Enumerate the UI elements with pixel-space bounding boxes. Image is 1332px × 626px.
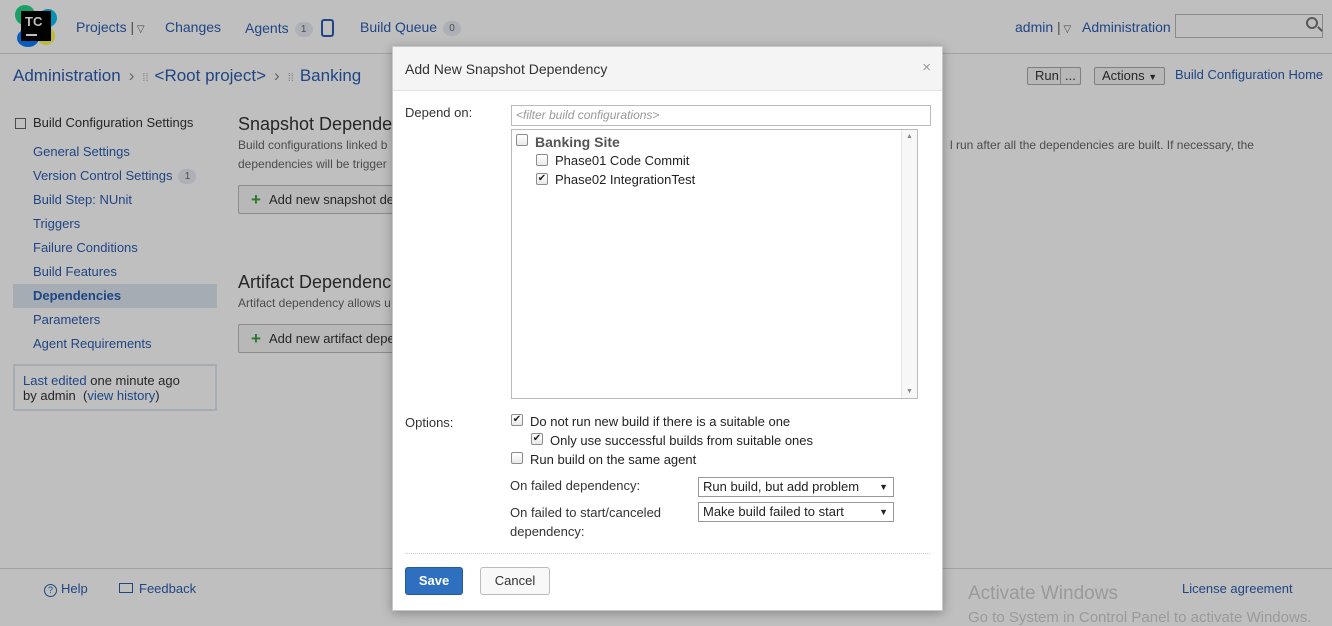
checkbox-run-on-same-agent[interactable] [511, 452, 523, 464]
depend-on-label: Depend on: [405, 105, 473, 120]
on-failed-dependency-label: On failed dependency: [510, 478, 641, 493]
add-snapshot-dependency-dialog: Add New Snapshot Dependency × Depend on:… [392, 46, 943, 611]
checkbox-phase01[interactable] [536, 154, 548, 166]
caret-down-icon: ▼ [879, 507, 888, 517]
dialog-title: Add New Snapshot Dependency [405, 61, 608, 77]
on-failed-to-start-label: On failed to start/canceled dependency: [510, 503, 661, 541]
tree-config-label[interactable]: Phase01 Code Commit [555, 153, 689, 168]
select-value: Make build failed to start [703, 504, 844, 519]
cancel-button[interactable]: Cancel [480, 567, 550, 595]
tree-project-label: Banking Site [535, 134, 620, 150]
on-failed-dependency-select[interactable]: Run build, but add problem ▼ [698, 477, 894, 497]
activate-windows-watermark: Activate Windows Go to System in Control… [968, 583, 1311, 626]
caret-down-icon: ▼ [879, 482, 888, 492]
options-label: Options: [405, 415, 454, 430]
build-configuration-tree[interactable]: Banking Site Phase01 Code Commit ✔ Phase… [511, 129, 918, 399]
save-button[interactable]: Save [405, 567, 463, 595]
checkbox-only-successful-builds[interactable]: ✔ [531, 433, 543, 445]
scroll-up-icon[interactable]: ▲ [906, 133, 913, 140]
tree-scrollbar[interactable]: ▲ ▼ [901, 130, 917, 398]
on-failed-to-start-select[interactable]: Make build failed to start ▼ [698, 502, 894, 522]
select-value: Run build, but add problem [703, 479, 860, 494]
option-label[interactable]: Run build on the same agent [530, 452, 696, 467]
activate-windows-title: Activate Windows [968, 583, 1118, 604]
option-label[interactable]: Only use successful builds from suitable… [550, 433, 813, 448]
label-line: dependency: [510, 524, 585, 539]
dialog-header: Add New Snapshot Dependency × [393, 47, 942, 91]
close-icon[interactable]: × [922, 59, 931, 76]
checkbox-banking-site[interactable] [516, 134, 528, 146]
dialog-divider [405, 553, 930, 554]
activate-windows-subtitle: Go to System in Control Panel to activat… [968, 609, 1312, 626]
tree-config-label[interactable]: Phase02 IntegrationTest [555, 172, 695, 187]
checkbox-do-not-run-new-build[interactable]: ✔ [511, 414, 523, 426]
label-line: On failed to start/canceled [510, 505, 662, 520]
checkbox-phase02[interactable]: ✔ [536, 173, 548, 185]
option-label[interactable]: Do not run new build if there is a suita… [530, 414, 790, 429]
scroll-down-icon[interactable]: ▼ [906, 388, 913, 395]
filter-build-configurations-input[interactable]: <filter build configurations> [511, 105, 931, 126]
